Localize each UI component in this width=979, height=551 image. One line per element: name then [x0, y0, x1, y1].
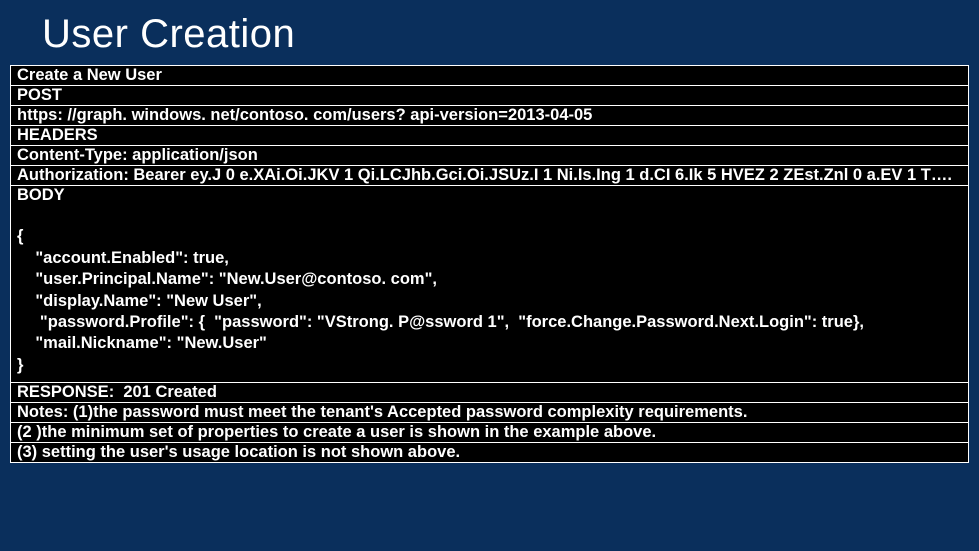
notes-line-2: (2 )the minimum set of properties to cre… [11, 423, 968, 443]
request-panel: Create a New User POST https: //graph. w… [10, 65, 969, 463]
http-method: POST [11, 86, 968, 106]
header-authorization: Authorization: Bearer ey.J 0 e.XAi.Oi.JK… [11, 166, 968, 186]
notes-line-3: (3) setting the user's usage location is… [11, 443, 968, 462]
response-status: RESPONSE: 201 Created [11, 383, 968, 403]
headers-label: HEADERS [11, 126, 968, 146]
header-content-type: Content-Type: application/json [11, 146, 968, 166]
notes-line-1: Notes: (1)the password must meet the ten… [11, 403, 968, 423]
request-body: { "account.Enabled": true, "user.Princip… [11, 205, 968, 384]
body-label: BODY [11, 186, 968, 205]
request-heading: Create a New User [11, 66, 968, 86]
page-title: User Creation [0, 0, 979, 65]
request-url: https: //graph. windows. net/contoso. co… [11, 106, 968, 126]
